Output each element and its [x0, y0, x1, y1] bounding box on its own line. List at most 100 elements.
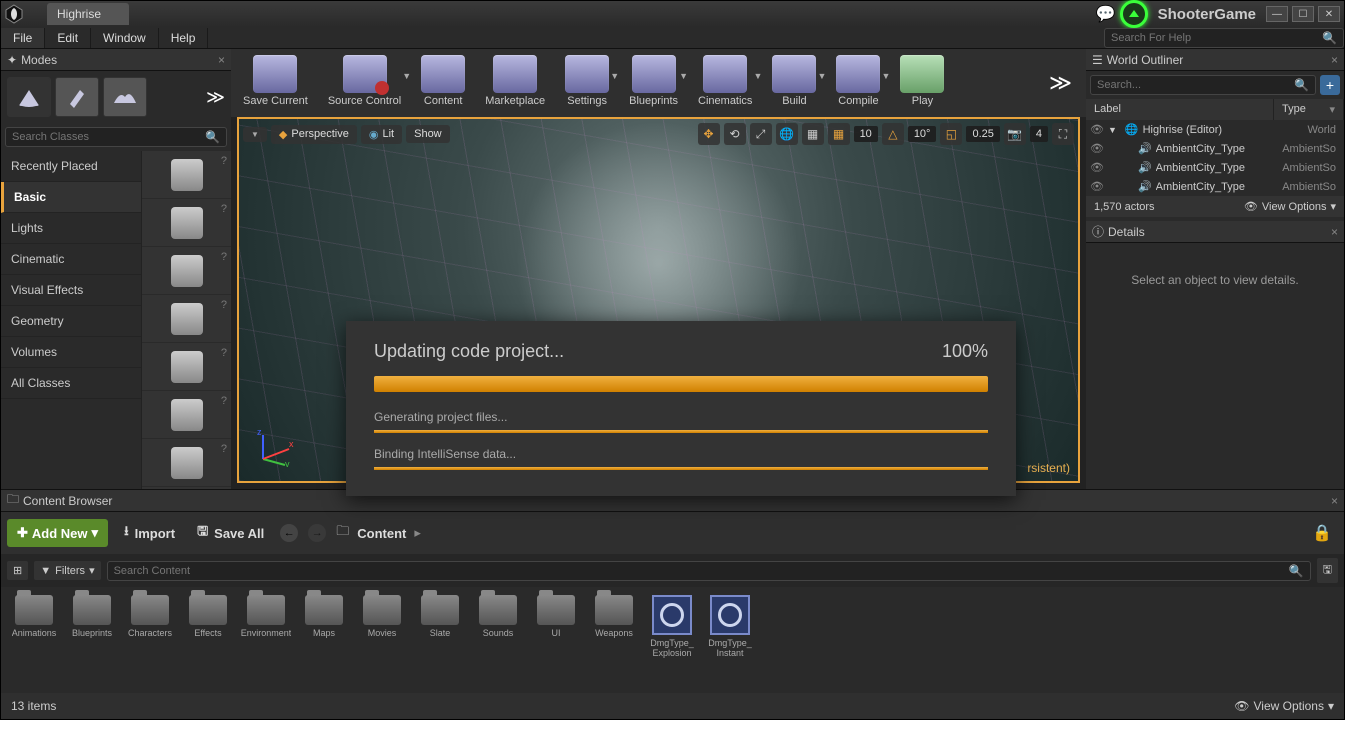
- modes-overflow[interactable]: ≫: [206, 87, 225, 108]
- chat-icon[interactable]: 💬: [1096, 4, 1116, 24]
- content-asset[interactable]: DmgType_​Instant: [705, 595, 755, 659]
- add-new-button[interactable]: ✚ Add New ▾: [7, 519, 108, 547]
- details-tab[interactable]: ⓘ Details ×: [1086, 221, 1344, 243]
- content-folder[interactable]: Blueprints: [67, 595, 117, 649]
- content-folder[interactable]: Slate: [415, 595, 465, 649]
- camera-speed-value[interactable]: 4: [1030, 126, 1048, 142]
- camera-speed-icon[interactable]: 📷: [1004, 123, 1026, 145]
- nav-back-button[interactable]: ←: [280, 524, 298, 542]
- place-category[interactable]: Volumes: [1, 337, 141, 368]
- filters-button[interactable]: ▼ Filters ▾: [34, 561, 100, 580]
- coord-space-icon[interactable]: 🌐: [776, 123, 798, 145]
- viewport-show[interactable]: Show: [406, 125, 450, 143]
- content-folder[interactable]: Effects: [183, 595, 233, 649]
- view-options-button[interactable]: 👁View Options▾: [1234, 699, 1334, 713]
- place-category[interactable]: All Classes: [1, 368, 141, 399]
- mode-paint[interactable]: [55, 77, 99, 117]
- viewport-perspective[interactable]: ◆Perspective: [271, 125, 357, 144]
- angle-snap-value[interactable]: 10°: [908, 126, 937, 142]
- visibility-icon[interactable]: 👁: [1090, 142, 1104, 155]
- search-classes-input[interactable]: 🔍: [5, 127, 227, 147]
- outliner-row[interactable]: 👁🔊AmbientCity_TypeAmbientSo: [1086, 139, 1344, 158]
- close-icon[interactable]: ×: [1331, 225, 1338, 239]
- place-category[interactable]: Cinematic: [1, 244, 141, 275]
- place-item[interactable]: ?: [142, 151, 231, 199]
- toolbar-content[interactable]: Content: [417, 53, 469, 109]
- maximize-button[interactable]: ☐: [1292, 6, 1314, 22]
- close-button[interactable]: ✕: [1318, 6, 1340, 22]
- toolbar-save[interactable]: Save Current: [239, 53, 312, 109]
- menu-file[interactable]: File: [1, 28, 45, 48]
- transform-rotate-icon[interactable]: ⟲: [724, 123, 746, 145]
- lock-icon[interactable]: 🔒: [1312, 523, 1338, 543]
- level-tab[interactable]: Highrise: [47, 3, 129, 25]
- toolbar-source-control[interactable]: Source Control▼: [324, 53, 405, 109]
- content-search-input[interactable]: 🔍: [107, 561, 1311, 581]
- outliner-add-button[interactable]: +: [1320, 75, 1340, 95]
- maximize-viewport-icon[interactable]: ⛶: [1052, 123, 1074, 145]
- transform-scale-icon[interactable]: ⤢: [750, 123, 772, 145]
- save-all-button[interactable]: 🖫Save All: [191, 518, 270, 548]
- scale-snap-value[interactable]: 0.25: [966, 126, 999, 142]
- save-search-icon[interactable]: 🖫: [1317, 558, 1338, 583]
- content-folder[interactable]: Weapons: [589, 595, 639, 649]
- content-folder[interactable]: UI: [531, 595, 581, 649]
- transform-translate-icon[interactable]: ✥: [698, 123, 720, 145]
- outliner-row[interactable]: 👁▼🌐Highrise (Editor)World: [1086, 120, 1344, 139]
- modes-panel-tab[interactable]: ✦ Modes ×: [1, 49, 231, 71]
- outliner-search-input[interactable]: 🔍: [1090, 75, 1316, 95]
- place-item[interactable]: ?: [142, 343, 231, 391]
- outliner-header[interactable]: Label Type▾: [1086, 99, 1344, 120]
- content-folder[interactable]: Animations: [9, 595, 59, 649]
- toolbar-marketplace[interactable]: Marketplace: [481, 53, 549, 109]
- angle-snap-icon[interactable]: △: [882, 123, 904, 145]
- search-help-input[interactable]: 🔍: [1104, 28, 1344, 48]
- scale-snap-icon[interactable]: ◱: [940, 123, 962, 145]
- view-options-button[interactable]: 👁View Options▾: [1244, 200, 1336, 213]
- viewport-menu[interactable]: ▼: [243, 127, 267, 142]
- path-breadcrumb[interactable]: 🗀 Content ▸: [336, 522, 421, 544]
- place-category[interactable]: Recently Placed: [1, 151, 141, 182]
- content-folder[interactable]: Sounds: [473, 595, 523, 649]
- outliner-row[interactable]: 👁🔊AmbientCity_TypeAmbientSo: [1086, 158, 1344, 177]
- mode-landscape[interactable]: [103, 77, 147, 117]
- place-category[interactable]: Geometry: [1, 306, 141, 337]
- toolbar-settings[interactable]: Settings▼: [561, 53, 613, 109]
- place-item[interactable]: ?: [142, 247, 231, 295]
- content-asset[interactable]: DmgType_​Explosion: [647, 595, 697, 659]
- mode-place[interactable]: [7, 77, 51, 117]
- sources-toggle[interactable]: ⊞: [7, 561, 28, 580]
- place-item[interactable]: ?: [142, 439, 231, 487]
- minimize-button[interactable]: —: [1266, 6, 1288, 22]
- viewport-lit[interactable]: ◉Lit: [361, 125, 402, 144]
- close-icon[interactable]: ×: [218, 53, 225, 67]
- toolbar-play[interactable]: Play: [896, 53, 948, 109]
- place-category[interactable]: Visual Effects: [1, 275, 141, 306]
- nav-forward-button[interactable]: →: [308, 524, 326, 542]
- place-category[interactable]: Basic: [1, 182, 141, 213]
- world-outliner-tab[interactable]: ☰ World Outliner ×: [1086, 49, 1344, 71]
- place-item[interactable]: ?: [142, 199, 231, 247]
- place-category[interactable]: Lights: [1, 213, 141, 244]
- toolbar-build[interactable]: Build▼: [768, 53, 820, 109]
- content-folder[interactable]: Environment: [241, 595, 291, 649]
- source-control-status-icon[interactable]: [1120, 0, 1148, 28]
- toolbar-compile[interactable]: Compile▼: [832, 53, 884, 109]
- content-folder[interactable]: Movies: [357, 595, 407, 649]
- import-button[interactable]: ⭳Import: [118, 518, 181, 548]
- toolbar-overflow[interactable]: ≫: [1049, 70, 1078, 96]
- place-item[interactable]: ?: [142, 295, 231, 343]
- grid-snap-icon[interactable]: ▦: [828, 123, 850, 145]
- menu-edit[interactable]: Edit: [45, 28, 91, 48]
- content-folder[interactable]: Maps: [299, 595, 349, 649]
- visibility-icon[interactable]: 👁: [1090, 123, 1104, 136]
- grid-snap-value[interactable]: 10: [854, 126, 878, 142]
- close-icon[interactable]: ×: [1331, 494, 1338, 508]
- toolbar-blueprints[interactable]: Blueprints▼: [625, 53, 682, 109]
- content-folder[interactable]: Characters: [125, 595, 175, 649]
- toolbar-cinematics[interactable]: Cinematics▼: [694, 53, 756, 109]
- visibility-icon[interactable]: 👁: [1090, 161, 1104, 174]
- close-icon[interactable]: ×: [1331, 53, 1338, 67]
- place-item[interactable]: ?: [142, 391, 231, 439]
- surface-snap-icon[interactable]: ▦: [802, 123, 824, 145]
